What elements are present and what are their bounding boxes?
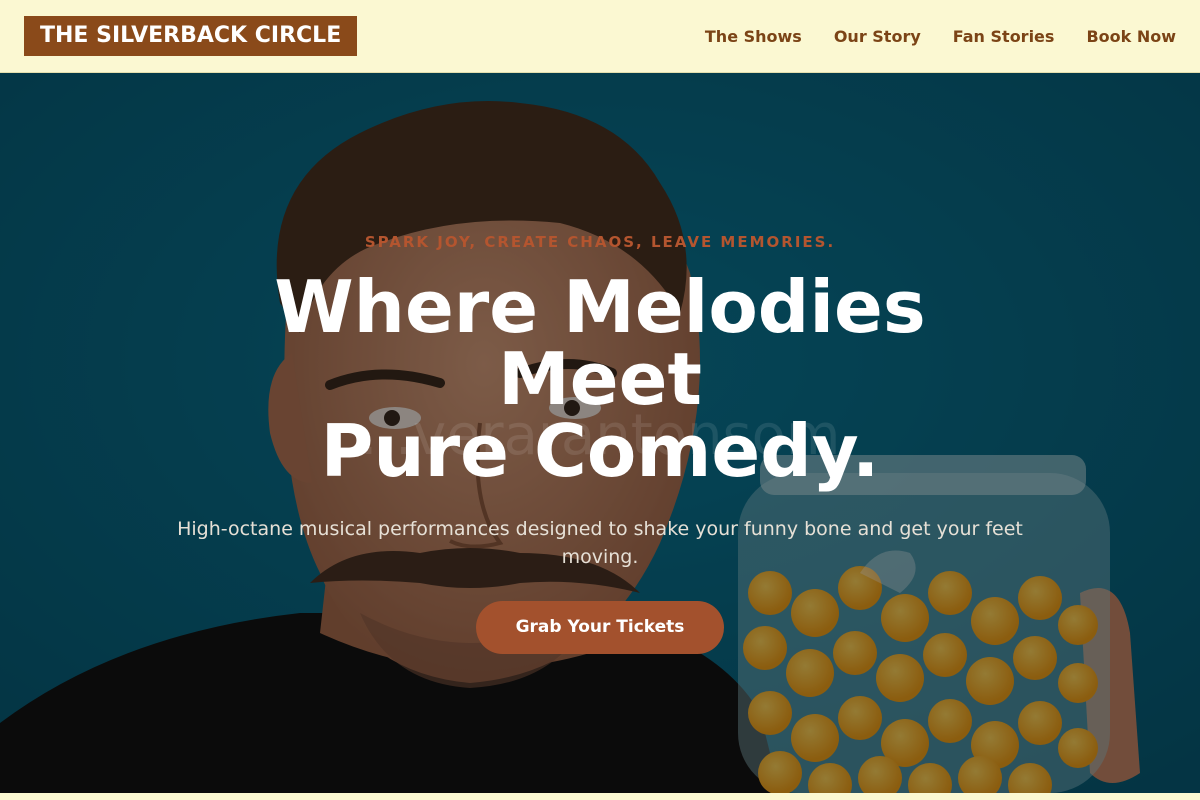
hero-content: SPARK JOY, CREATE CHAOS, LEAVE MEMORIES.… <box>150 233 1050 654</box>
grab-tickets-button[interactable]: Grab Your Tickets <box>475 601 725 654</box>
nav-link-our-story[interactable]: Our Story <box>834 27 921 46</box>
main-nav: The Shows Our Story Fan Stories Book Now <box>705 0 1176 72</box>
nav-link-fan-stories[interactable]: Fan Stories <box>953 27 1055 46</box>
hero-section: ...verarantonsom SPARK JOY, CREATE CHAOS… <box>0 73 1200 793</box>
hero-subtext: High-octane musical performances designe… <box>177 518 1023 568</box>
headline-line: Pure Comedy. <box>320 409 880 493</box>
headline-line: Where Melodies <box>274 265 926 349</box>
headline-line: Meet <box>498 337 702 421</box>
hero-tagline: SPARK JOY, CREATE CHAOS, LEAVE MEMORIES. <box>364 233 836 251</box>
nav-link-the-shows[interactable]: The Shows <box>705 27 802 46</box>
hero-headline: Where Melodies Meet Pure Comedy. <box>150 271 1050 487</box>
site-header: THE SILVERBACK CIRCLE The Shows Our Stor… <box>0 0 1200 73</box>
page-bottom-strip <box>0 793 1200 800</box>
site-logo[interactable]: THE SILVERBACK CIRCLE <box>24 16 358 56</box>
nav-link-book-now[interactable]: Book Now <box>1086 27 1176 46</box>
